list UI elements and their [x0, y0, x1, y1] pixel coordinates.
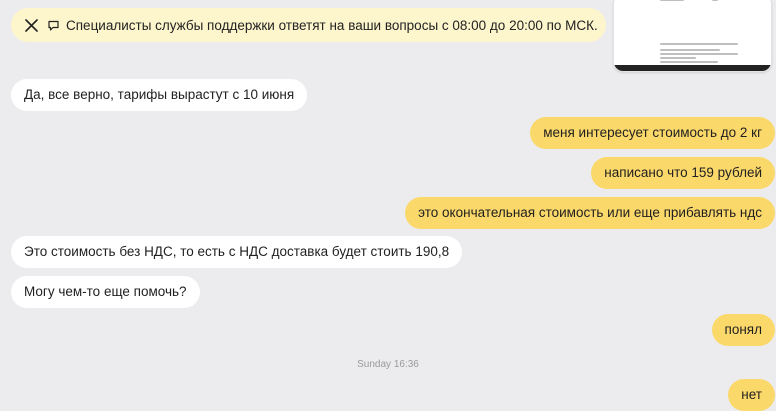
outgoing-message: написано что 159 рублей	[591, 157, 775, 189]
message-text: Да, все верно, тарифы вырастут с 10 июня	[24, 87, 295, 102]
support-hours-banner: Специалисты службы поддержки ответят на …	[11, 8, 606, 42]
incoming-message: Да, все верно, тарифы вырастут с 10 июня	[11, 79, 308, 111]
message-text: меня интересует стоимость до 2 кг	[543, 125, 762, 140]
incoming-message: Это стоимость без НДС, то есть с НДС дос…	[11, 236, 463, 268]
message-text: Это стоимость без НДС, то есть с НДС дос…	[24, 244, 450, 259]
outgoing-message: это окончательная стоимость или еще приб…	[405, 197, 775, 229]
message-text: Могу чем-то еще помочь?	[24, 284, 187, 299]
message-text: понял	[724, 322, 762, 337]
speech-icon	[47, 18, 61, 32]
day-separator: Sunday 16:36	[357, 359, 419, 370]
outgoing-message: нет	[728, 379, 775, 411]
chat-area: Специалисты службы поддержки ответят на …	[0, 0, 776, 411]
message-text: это окончательная стоимость или еще приб…	[418, 205, 762, 220]
message-text: нет	[741, 387, 762, 402]
banner-text: Специалисты службы поддержки ответят на …	[66, 17, 598, 33]
close-icon[interactable]	[23, 17, 39, 33]
outgoing-message: понял	[711, 314, 775, 346]
attachment-preview[interactable]	[613, 0, 772, 72]
incoming-message: Могу чем-то еще помочь?	[11, 276, 200, 308]
message-text: написано что 159 рублей	[604, 165, 762, 180]
outgoing-message: меня интересует стоимость до 2 кг	[530, 117, 775, 149]
